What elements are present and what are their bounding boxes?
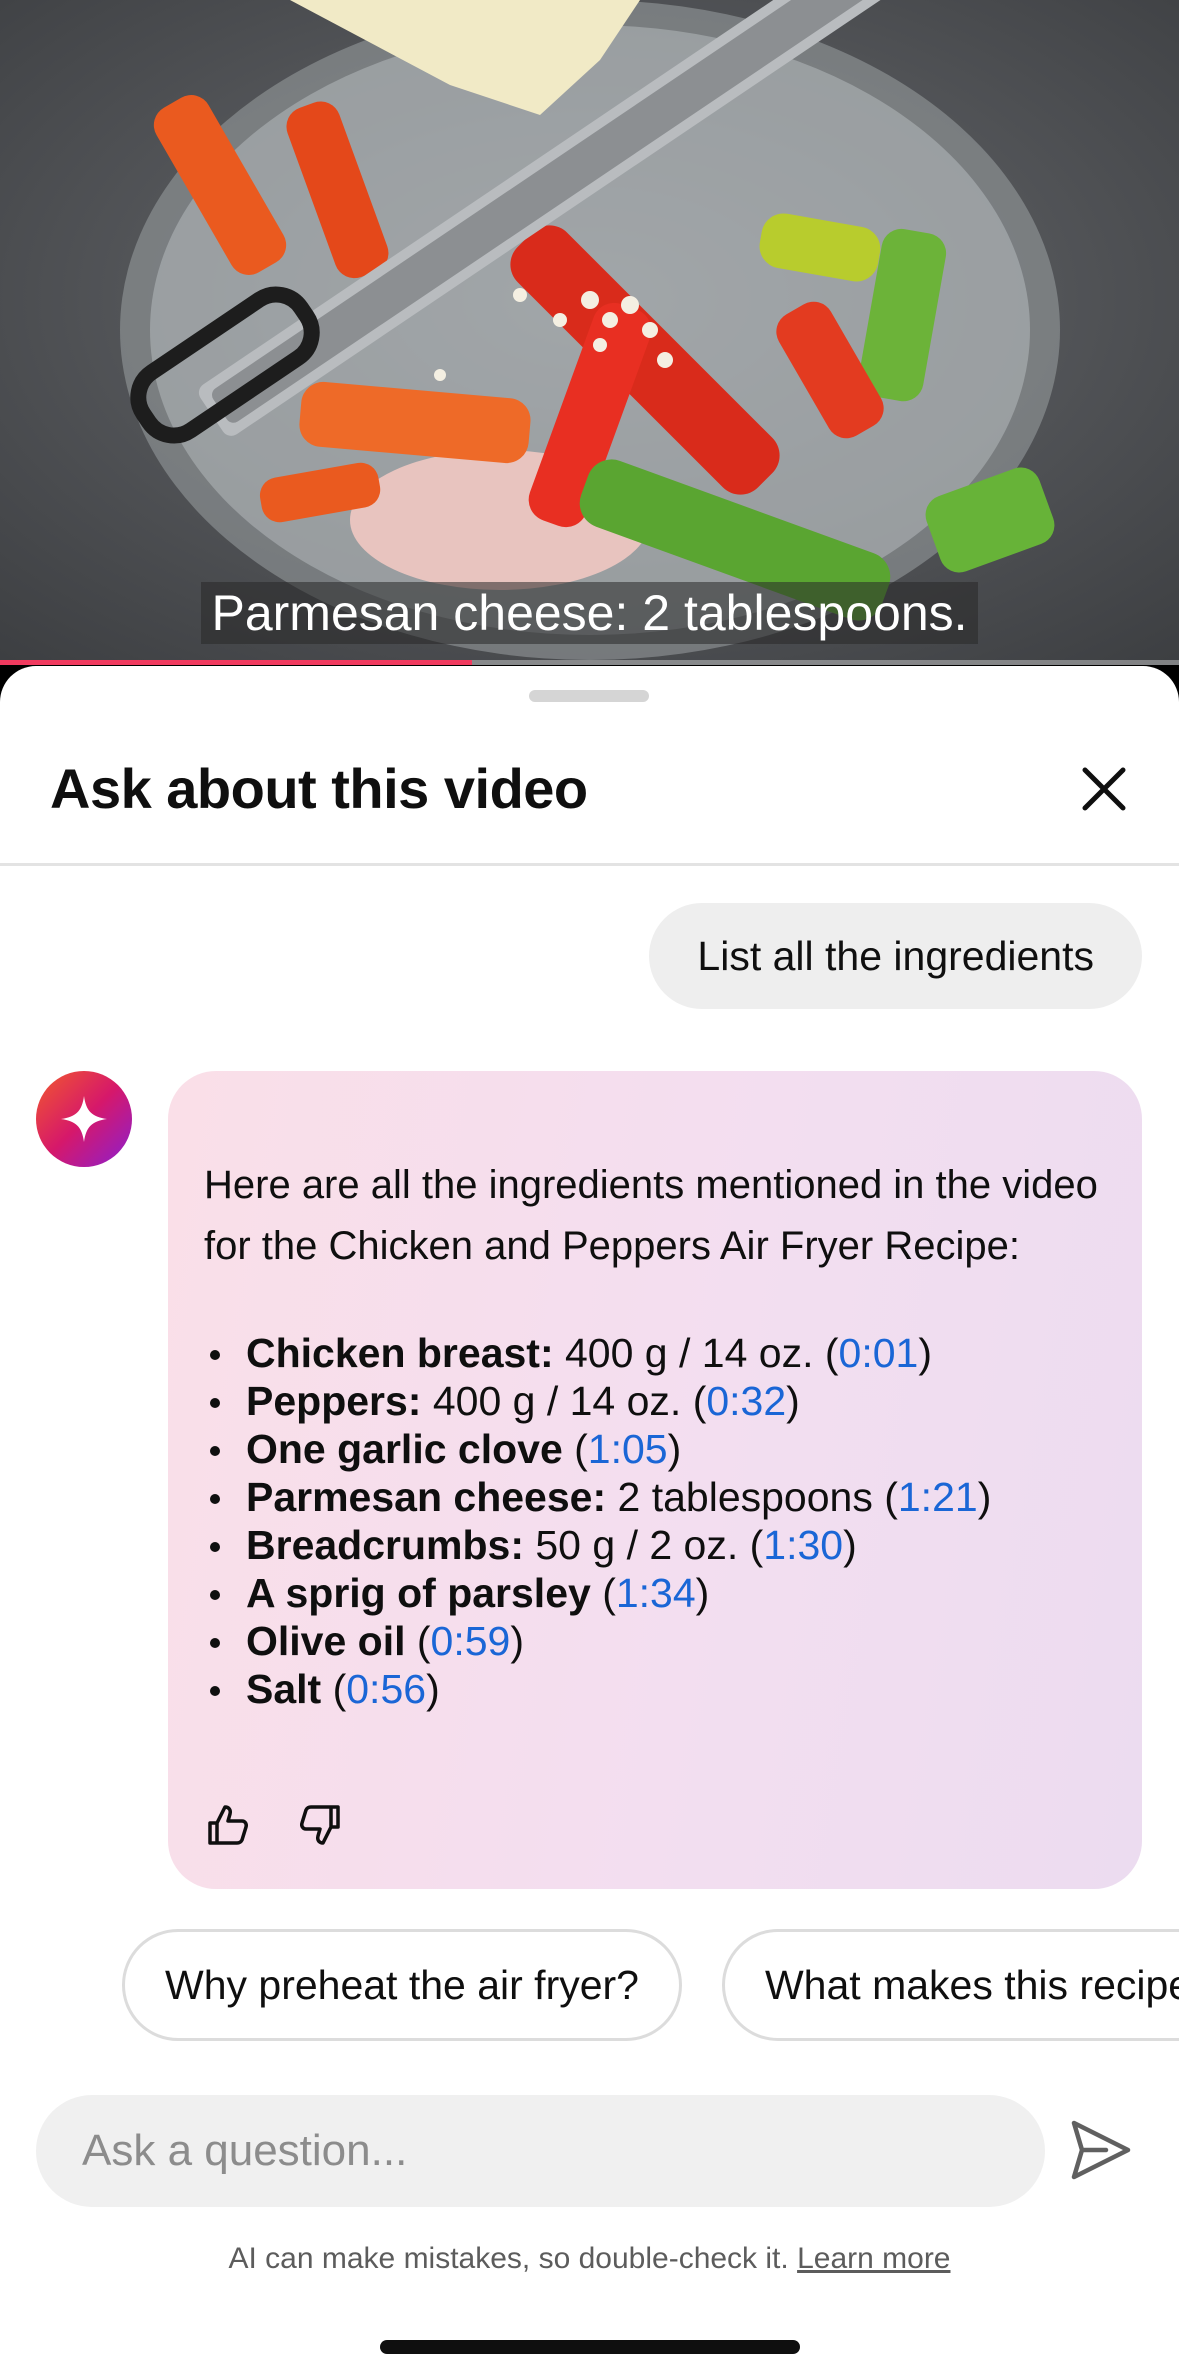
ingredient-detail: 50 g / 2 oz. ( <box>523 1522 764 1568</box>
ingredient-close: ) <box>426 1666 440 1712</box>
video-progress-fill <box>0 660 472 665</box>
ingredient-detail: 400 g / 14 oz. ( <box>553 1330 839 1376</box>
timestamp-link[interactable]: 1:34 <box>616 1570 696 1616</box>
ingredient-item: Chicken breast: 400 g / 14 oz. (0:01) <box>204 1329 1106 1377</box>
ingredient-item: Parmesan cheese: 2 tablespoons (1:21) <box>204 1473 1106 1521</box>
ingredient-name: A sprig of parsley <box>246 1570 591 1616</box>
ingredient-item: A sprig of parsley (1:34) <box>204 1569 1106 1617</box>
assistant-message: Here are all the ingredients mentioned i… <box>168 1071 1142 1889</box>
video-progress-bar[interactable] <box>0 660 1179 665</box>
thumbs-up-button[interactable] <box>204 1801 252 1849</box>
ai-avatar <box>36 1071 132 1167</box>
disclaimer-text: AI can make mistakes, so double-check it… <box>228 2242 798 2275</box>
close-icon <box>1082 767 1126 811</box>
ingredient-name: Breadcrumbs: <box>246 1522 524 1568</box>
timestamp-link[interactable]: 0:59 <box>431 1618 511 1664</box>
ingredient-name: Parmesan cheese: <box>246 1474 607 1520</box>
sparkle-icon <box>61 1096 107 1142</box>
ingredient-detail: ( <box>590 1570 616 1616</box>
ingredient-detail: ( <box>321 1666 347 1712</box>
sheet-header: Ask about this video <box>0 718 1179 866</box>
ingredient-item: One garlic clove (1:05) <box>204 1425 1106 1473</box>
sheet-title: Ask about this video <box>50 757 588 820</box>
timestamp-link[interactable]: 1:30 <box>763 1522 843 1568</box>
ingredient-name: Olive oil <box>246 1618 406 1664</box>
ingredient-detail: 2 tablespoons ( <box>606 1474 898 1520</box>
ingredient-item: Olive oil (0:59) <box>204 1617 1106 1665</box>
thumbs-down-icon <box>300 1805 340 1845</box>
timestamp-link[interactable]: 0:32 <box>706 1378 786 1424</box>
video-player[interactable]: Parmesan cheese: 2 tablespoons. <box>0 0 1179 665</box>
ingredient-close: ) <box>918 1330 932 1376</box>
ingredient-close: ) <box>695 1570 710 1616</box>
ingredient-close: ) <box>667 1426 682 1472</box>
ingredient-close: ) <box>786 1378 800 1424</box>
video-caption: Parmesan cheese: 2 tablespoons. <box>0 582 1179 644</box>
question-input[interactable] <box>36 2095 1045 2207</box>
send-icon[interactable] <box>1066 2115 1136 2185</box>
suggestion-chip-preheat[interactable]: Why preheat the air fryer? <box>122 1929 682 2041</box>
timestamp-link[interactable]: 1:21 <box>898 1474 978 1520</box>
ingredient-item: Peppers: 400 g / 14 oz. (0:32) <box>204 1377 1106 1425</box>
ingredient-item: Salt (0:56) <box>204 1665 1106 1713</box>
thumbs-up-icon <box>208 1805 248 1845</box>
home-indicator[interactable] <box>380 2340 800 2354</box>
video-frame <box>0 0 1179 665</box>
thumbs-down-button[interactable] <box>296 1801 344 1849</box>
ingredient-detail: 400 g / 14 oz. ( <box>421 1378 707 1424</box>
ingredient-close: ) <box>977 1474 992 1520</box>
feedback-row <box>204 1801 344 1849</box>
ingredient-list: Chicken breast: 400 g / 14 oz. (0:01) Pep… <box>204 1329 1106 1713</box>
ingredient-name: Peppers: <box>246 1378 422 1424</box>
ingredient-item: Breadcrumbs: 50 g / 2 oz. (1:30) <box>204 1521 1106 1569</box>
timestamp-link[interactable]: 0:56 <box>346 1666 426 1712</box>
ingredient-close: ) <box>510 1618 525 1664</box>
disclaimer: AI can make mistakes, so double-check it… <box>0 2242 1179 2276</box>
learn-more-link[interactable]: Learn more <box>797 2242 950 2275</box>
sheet-drag-handle[interactable] <box>529 690 649 702</box>
timestamp-link[interactable]: 0:01 <box>839 1330 919 1376</box>
ask-sheet: Ask about this video List all the ingred… <box>0 666 1179 2379</box>
ingredient-detail: ( <box>562 1426 588 1472</box>
suggestion-chip-recipe[interactable]: What makes this recipe <box>721 1929 1179 2041</box>
ingredient-name: One garlic clove <box>246 1426 563 1472</box>
user-message: List all the ingredients <box>649 903 1142 1009</box>
timestamp-link[interactable]: 1:05 <box>588 1426 668 1472</box>
ingredient-close: ) <box>843 1522 857 1568</box>
caption-text: Parmesan cheese: 2 tablespoons. <box>201 582 978 644</box>
ingredient-name: Chicken breast: <box>246 1330 554 1376</box>
ingredient-detail: ( <box>405 1618 431 1664</box>
suggestion-chips: Why preheat the air fryer? What makes th… <box>122 1929 1179 2041</box>
assistant-intro: Here are all the ingredients mentioned i… <box>204 1163 1098 1268</box>
close-button[interactable] <box>1069 754 1139 824</box>
ingredient-name: Salt <box>246 1666 322 1712</box>
